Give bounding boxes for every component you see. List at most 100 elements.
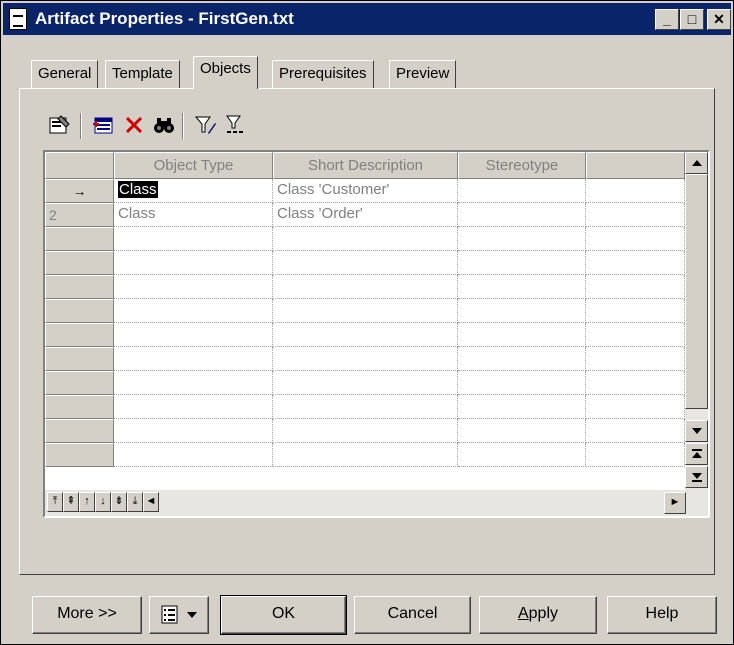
cell-empty[interactable] xyxy=(458,275,586,299)
row-indicator[interactable] xyxy=(45,347,114,371)
cell-empty[interactable] xyxy=(458,419,586,443)
cell-empty[interactable] xyxy=(114,323,273,347)
cell-short-description[interactable]: Class 'Order' xyxy=(273,203,458,227)
row-indicator[interactable] xyxy=(45,251,114,275)
column-header-stereotype[interactable]: Stereotype xyxy=(458,152,586,179)
properties-icon[interactable] xyxy=(46,111,74,139)
cell-empty[interactable] xyxy=(586,395,685,419)
cell-empty[interactable] xyxy=(273,371,458,395)
vertical-scrollbar[interactable] xyxy=(685,152,708,490)
cancel-button[interactable]: Cancel xyxy=(354,596,471,634)
cell-empty[interactable] xyxy=(458,395,586,419)
cell-empty[interactable] xyxy=(586,371,685,395)
cell-empty[interactable] xyxy=(273,347,458,371)
document-icon xyxy=(9,8,27,30)
toolbar-separator xyxy=(182,113,184,139)
cell-empty[interactable] xyxy=(114,443,273,467)
cell-empty[interactable] xyxy=(114,347,273,371)
close-button[interactable]: ✕ xyxy=(707,9,731,30)
scroll-right-icon[interactable]: ► xyxy=(664,492,686,514)
cell-empty[interactable] xyxy=(273,275,458,299)
cell-stereotype[interactable] xyxy=(458,179,586,203)
row-indicator[interactable] xyxy=(45,299,114,323)
cell-empty[interactable] xyxy=(273,227,458,251)
cell-empty[interactable] xyxy=(586,299,685,323)
cell-empty[interactable] xyxy=(273,251,458,275)
cell-empty[interactable] xyxy=(458,443,586,467)
find-icon[interactable] xyxy=(150,111,178,139)
cell-empty[interactable] xyxy=(273,443,458,467)
row-indicator[interactable] xyxy=(45,275,114,299)
move-page-up-icon[interactable]: ⇞ xyxy=(63,492,79,512)
cell-empty[interactable] xyxy=(586,179,685,203)
page-down-icon[interactable] xyxy=(685,466,708,488)
tab-prerequisites[interactable]: Prerequisites xyxy=(272,60,374,88)
cell-empty[interactable] xyxy=(114,275,273,299)
tab-template[interactable]: Template xyxy=(105,60,180,88)
list-menu-button[interactable] xyxy=(149,596,209,634)
cell-object-type[interactable]: Class xyxy=(114,203,273,227)
add-objects-icon[interactable] xyxy=(90,111,118,139)
scroll-thumb[interactable] xyxy=(685,174,708,409)
delete-icon[interactable] xyxy=(120,111,148,139)
cell-empty[interactable] xyxy=(586,419,685,443)
cell-empty[interactable] xyxy=(114,371,273,395)
cell-short-description[interactable]: Class 'Customer' xyxy=(273,179,458,203)
cell-empty[interactable] xyxy=(586,323,685,347)
move-to-bottom-icon[interactable]: ⤓ xyxy=(127,492,143,512)
tab-objects[interactable]: Objects xyxy=(193,56,258,89)
cell-empty[interactable] xyxy=(114,227,273,251)
scroll-left-icon[interactable]: ◄ xyxy=(143,492,159,512)
cell-empty[interactable] xyxy=(273,323,458,347)
scroll-down-icon[interactable] xyxy=(685,420,708,442)
column-header-short-description[interactable]: Short Description xyxy=(273,152,458,179)
cell-empty[interactable] xyxy=(114,299,273,323)
cell-empty[interactable] xyxy=(273,395,458,419)
filter-list-icon[interactable] xyxy=(222,111,250,139)
cell-object-type[interactable]: Class xyxy=(114,179,273,203)
move-page-down-icon[interactable]: ⇟ xyxy=(111,492,127,512)
maximize-button[interactable]: □ xyxy=(680,9,704,30)
cell-empty[interactable] xyxy=(114,251,273,275)
tab-preview[interactable]: Preview xyxy=(389,60,457,88)
cell-empty[interactable] xyxy=(273,299,458,323)
minimize-button[interactable]: _ xyxy=(655,9,679,30)
help-button[interactable]: Help xyxy=(607,596,717,634)
move-up-icon[interactable]: ↑ xyxy=(79,492,95,512)
title-bar[interactable]: Artifact Properties - FirstGen.txt _ □ ✕ xyxy=(3,3,731,35)
cell-empty[interactable] xyxy=(273,419,458,443)
row-indicator[interactable] xyxy=(45,323,114,347)
column-header-object-type[interactable]: Object Type xyxy=(114,152,273,179)
row-indicator[interactable] xyxy=(45,419,114,443)
row-indicator[interactable] xyxy=(45,371,114,395)
row-indicator-current[interactable]: → xyxy=(45,179,114,203)
cell-empty[interactable] xyxy=(458,347,586,371)
cell-empty[interactable] xyxy=(114,395,273,419)
cell-empty[interactable] xyxy=(586,251,685,275)
scroll-up-icon[interactable] xyxy=(685,152,708,174)
cell-empty[interactable] xyxy=(458,227,586,251)
cell-empty[interactable] xyxy=(458,251,586,275)
ok-button[interactable]: OK xyxy=(220,595,347,635)
filter-icon[interactable] xyxy=(192,111,220,139)
more-button[interactable]: More >> xyxy=(32,596,142,634)
tab-general[interactable]: General xyxy=(31,60,99,88)
row-indicator[interactable] xyxy=(45,443,114,467)
cell-stereotype[interactable] xyxy=(458,203,586,227)
cell-empty[interactable] xyxy=(586,347,685,371)
page-up-icon[interactable] xyxy=(685,443,708,465)
cell-empty[interactable] xyxy=(114,419,273,443)
row-indicator[interactable] xyxy=(45,227,114,251)
cell-empty[interactable] xyxy=(586,203,685,227)
move-to-top-icon[interactable]: ⤒ xyxy=(47,492,63,512)
cell-empty[interactable] xyxy=(586,227,685,251)
move-down-icon[interactable]: ↓ xyxy=(95,492,111,512)
cell-empty[interactable] xyxy=(458,323,586,347)
cell-empty[interactable] xyxy=(586,443,685,467)
cell-empty[interactable] xyxy=(458,371,586,395)
cell-empty[interactable] xyxy=(458,299,586,323)
row-indicator[interactable]: 2 xyxy=(45,203,114,227)
row-indicator[interactable] xyxy=(45,395,114,419)
cell-empty[interactable] xyxy=(586,275,685,299)
apply-button[interactable]: Apply xyxy=(479,596,597,634)
